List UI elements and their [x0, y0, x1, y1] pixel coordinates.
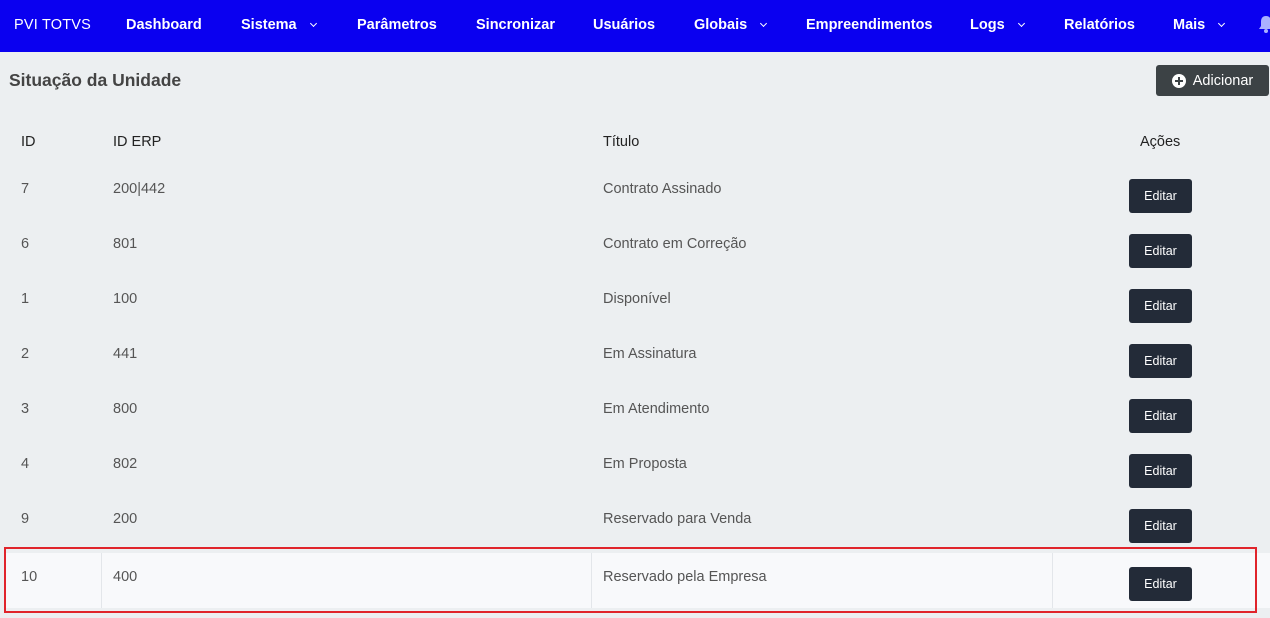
cell-title: Contrato Assinado [603, 181, 722, 197]
cell-id-erp: 100 [113, 291, 138, 307]
table-row: 1 100 Disponível Editar [6, 275, 1270, 330]
edit-button[interactable]: Editar [1129, 509, 1192, 543]
brand-link[interactable]: PVI TOTVS [14, 17, 91, 33]
cell-id: 3 [21, 401, 30, 417]
edit-button[interactable]: Editar [1129, 289, 1192, 323]
cell-title: Em Proposta [603, 456, 687, 472]
add-button[interactable]: Adicionar [1156, 65, 1269, 96]
chevron-down-icon [309, 19, 317, 27]
table-row: 9 200 Reservado para Venda Editar [6, 495, 1270, 550]
edit-button[interactable]: Editar [1129, 234, 1192, 268]
nav-sistema[interactable]: Sistema [241, 17, 317, 33]
cell-title: Reservado para Venda [603, 511, 752, 527]
cell-title: Reservado pela Empresa [603, 569, 767, 585]
cell-id: 6 [21, 236, 30, 252]
chevron-down-icon [760, 19, 768, 27]
cell-title: Em Atendimento [603, 401, 710, 417]
nav-label: Sincronizar [476, 17, 555, 33]
cell-id-erp: 441 [113, 346, 138, 362]
bell-icon[interactable] [1258, 15, 1270, 33]
cell-id: 7 [21, 181, 30, 197]
column-divider [101, 553, 102, 608]
cell-title: Em Assinatura [603, 346, 697, 362]
header-id-erp: ID ERP [113, 134, 162, 150]
table-row-highlighted: 10 400 Reservado pela Empresa Editar [6, 553, 1270, 608]
cell-id-erp: 800 [113, 401, 138, 417]
table-row: 6 801 Contrato em Correção Editar [6, 220, 1270, 275]
cell-title: Contrato em Correção [603, 236, 747, 252]
nav-label: Empreendimentos [806, 17, 933, 33]
cell-id: 10 [21, 569, 38, 585]
column-divider [591, 553, 592, 608]
cell-id-erp: 200|442 [113, 181, 166, 197]
cell-id: 1 [21, 291, 30, 307]
nav-globais[interactable]: Globais [694, 17, 768, 33]
cell-id-erp: 801 [113, 236, 138, 252]
cell-id-erp: 802 [113, 456, 138, 472]
nav-usuarios[interactable]: Usuários [593, 17, 655, 33]
nav-label: Mais [1173, 17, 1206, 33]
edit-button[interactable]: Editar [1129, 454, 1192, 488]
page-title: Situação da Unidade [9, 70, 182, 90]
nav-label: Sistema [241, 17, 297, 33]
chevron-down-icon [1218, 19, 1226, 27]
cell-id: 2 [21, 346, 30, 362]
column-divider [1052, 553, 1053, 608]
edit-button[interactable]: Editar [1129, 567, 1192, 601]
cell-id: 9 [21, 511, 30, 527]
table-row: 3 800 Em Atendimento Editar [6, 385, 1270, 440]
table-row: 4 802 Em Proposta Editar [6, 440, 1270, 495]
plus-circle-icon [1171, 73, 1186, 88]
cell-id-erp: 400 [113, 569, 138, 585]
nav-label: Parâmetros [357, 17, 437, 33]
cell-id-erp: 200 [113, 511, 138, 527]
add-button-label: Adicionar [1192, 72, 1254, 89]
cell-id: 4 [21, 456, 30, 472]
top-navbar: PVI TOTVS Dashboard Sistema Parâmetros S… [0, 0, 1270, 52]
header-actions: Ações [1140, 134, 1181, 150]
nav-logs[interactable]: Logs [970, 17, 1025, 33]
nav-label: Relatórios [1064, 17, 1135, 33]
edit-button[interactable]: Editar [1129, 179, 1192, 213]
edit-button[interactable]: Editar [1129, 344, 1192, 378]
nav-parametros[interactable]: Parâmetros [357, 17, 437, 33]
nav-label: Usuários [593, 17, 656, 33]
table-row: 7 200|442 Contrato Assinado Editar [6, 165, 1270, 220]
nav-dashboard[interactable]: Dashboard [126, 17, 202, 33]
nav-label: Dashboard [126, 17, 202, 33]
header-title: Título [603, 134, 640, 150]
table-row: 2 441 Em Assinatura Editar [6, 330, 1270, 385]
cell-title: Disponível [603, 291, 671, 307]
nav-label: Logs [970, 17, 1005, 33]
nav-empreendimentos[interactable]: Empreendimentos [806, 17, 933, 33]
edit-button[interactable]: Editar [1129, 399, 1192, 433]
header-id: ID [21, 134, 36, 150]
nav-mais[interactable]: Mais [1173, 17, 1226, 33]
nav-relatorios[interactable]: Relatórios [1064, 17, 1135, 33]
chevron-down-icon [1017, 19, 1025, 27]
nav-label: Globais [694, 17, 748, 33]
nav-sincronizar[interactable]: Sincronizar [476, 17, 555, 33]
